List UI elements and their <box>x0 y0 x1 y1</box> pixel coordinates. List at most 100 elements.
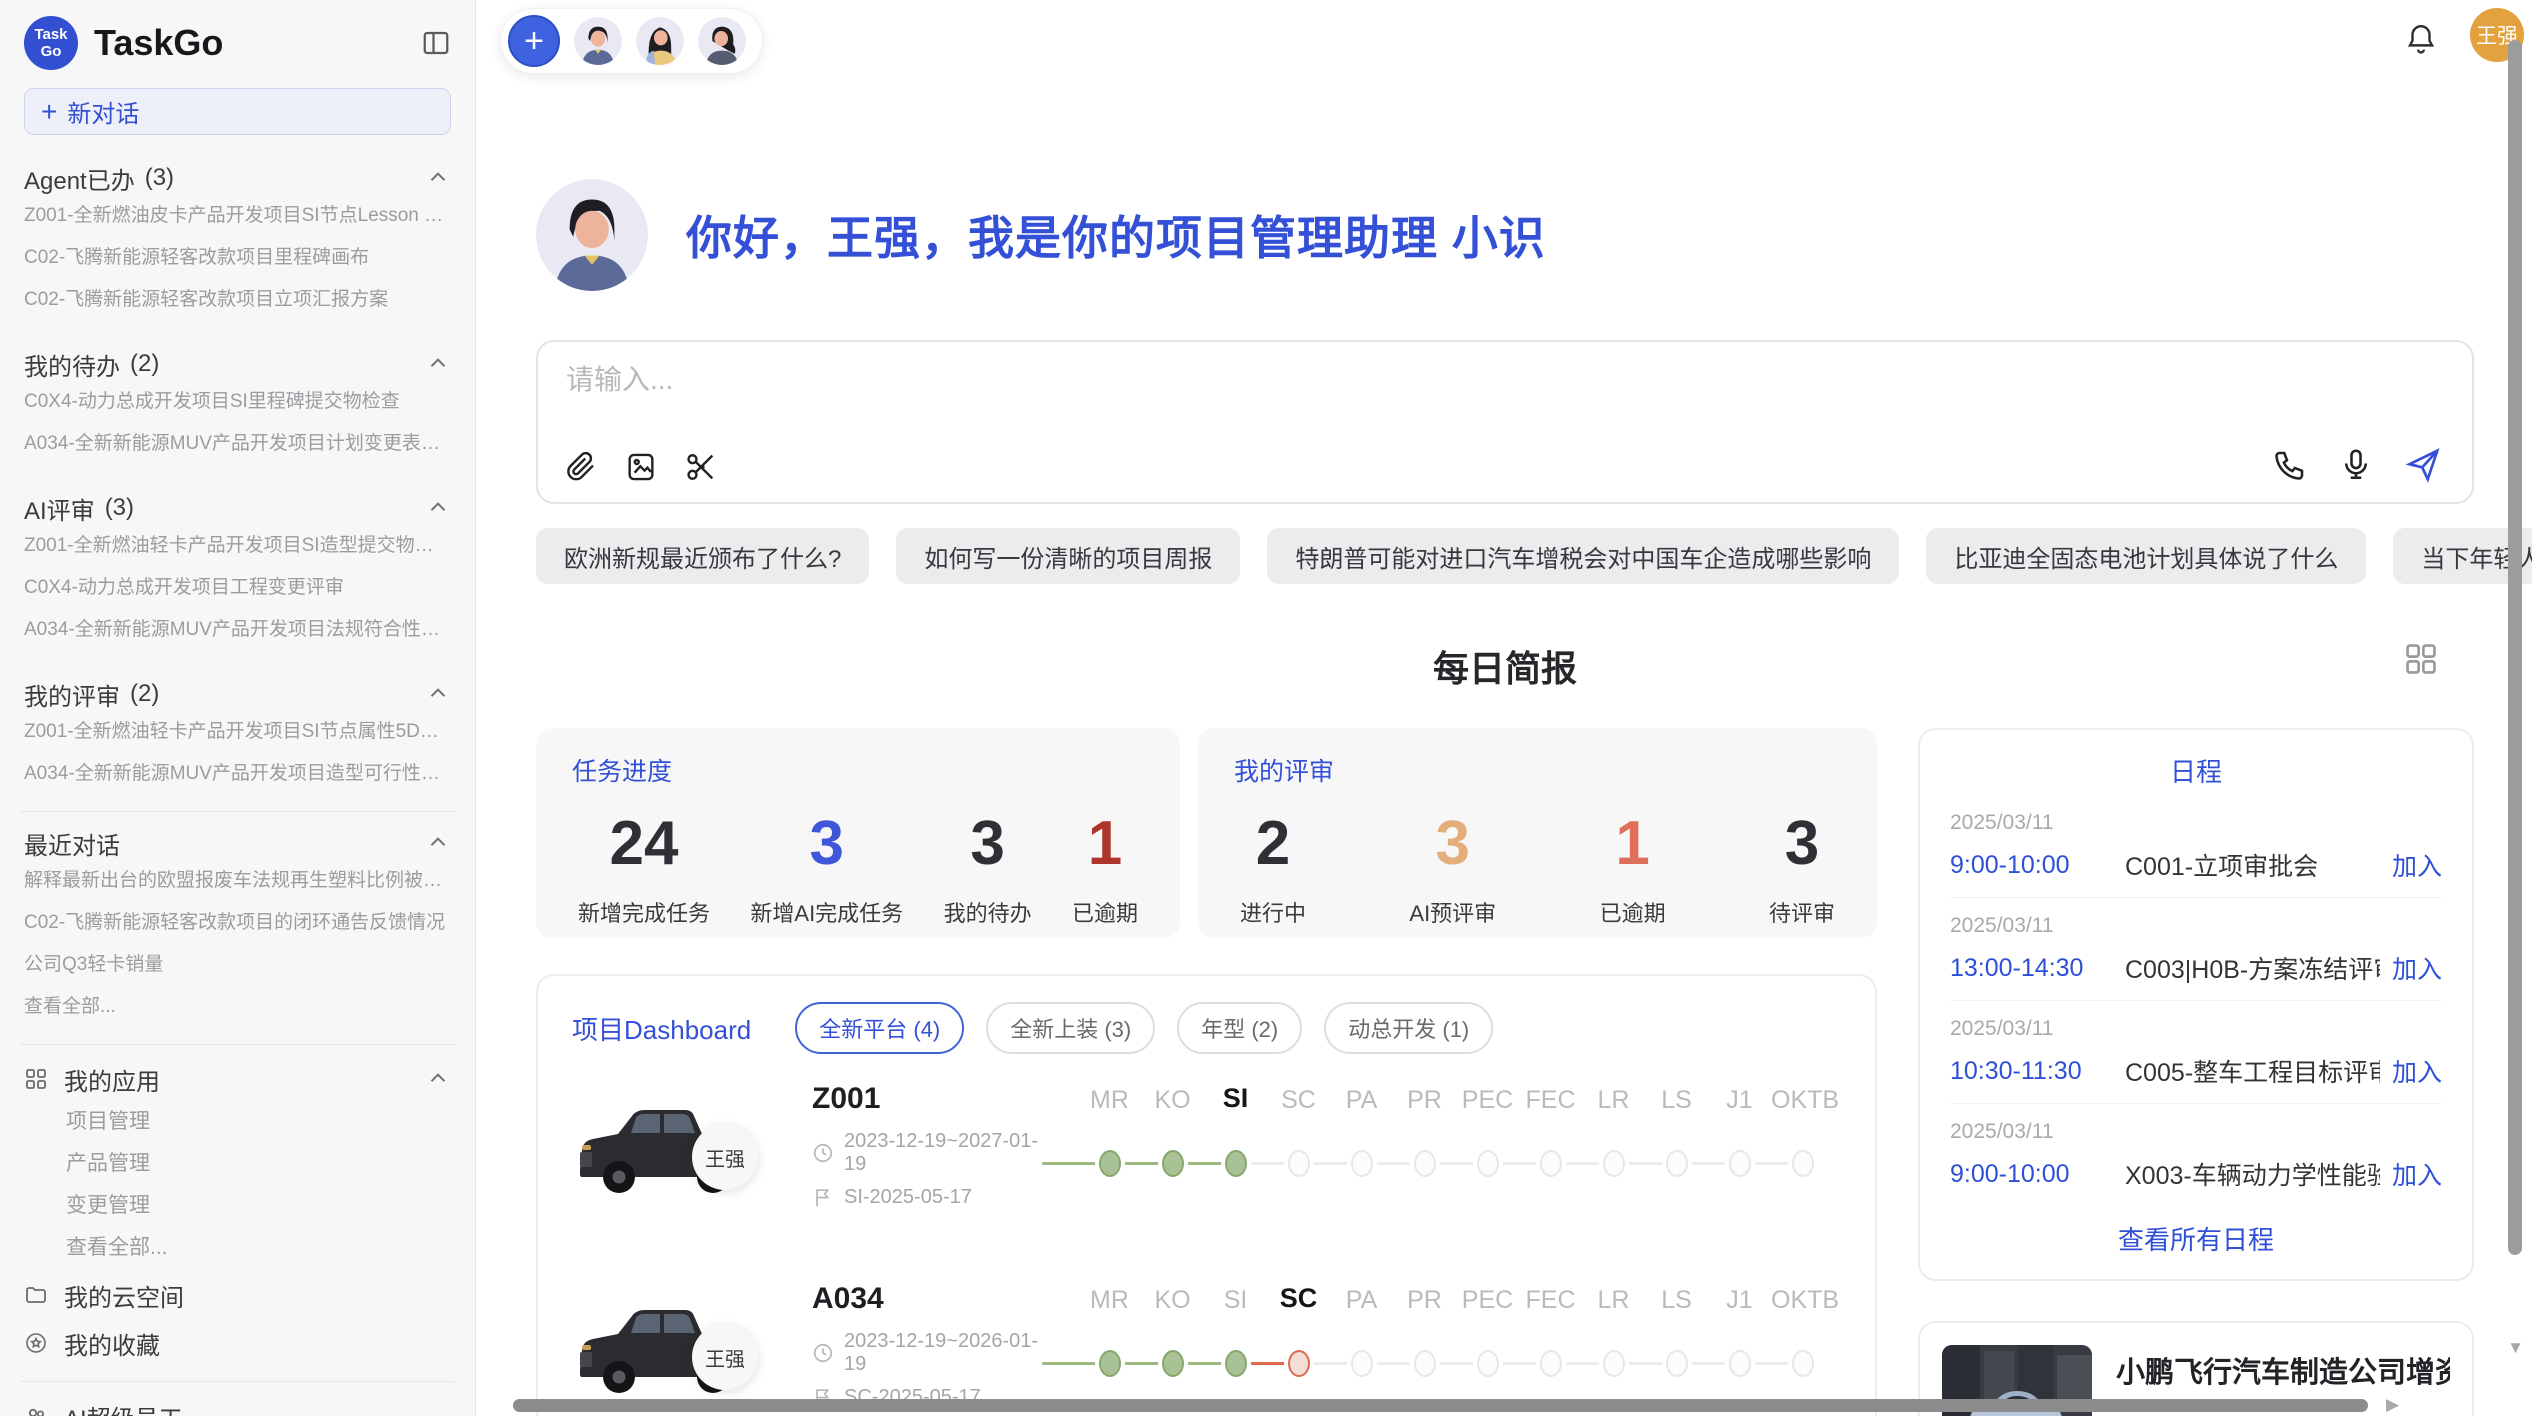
list-item[interactable]: 公司Q3轻卡销量 <box>24 944 451 986</box>
list-item[interactable]: C02-飞腾新能源轻客改款项目的闭环通告反馈情况 <box>24 902 451 944</box>
project-code: Z001 <box>812 1082 1042 1116</box>
send-icon[interactable] <box>2404 446 2442 484</box>
milestone-node <box>1477 1150 1499 1177</box>
filter-pill[interactable]: 全新平台 (4) <box>795 1002 964 1054</box>
add-agent-button[interactable]: + <box>508 15 560 67</box>
agent-switcher: + <box>500 8 763 74</box>
agent-avatar-3[interactable] <box>698 17 746 65</box>
view-all-chats-link[interactable]: 查看全部... <box>24 986 451 1028</box>
image-icon[interactable] <box>624 450 658 484</box>
new-chat-label: 新对话 <box>67 94 139 129</box>
filter-pill[interactable]: 全新上装 (3) <box>986 1002 1155 1054</box>
suggestion-chip[interactable]: 如何写一份清晰的项目周报 <box>896 528 1240 584</box>
schedule-item: 2025/03/11 9:00-10:00 X003-车辆动力学性能验... 加… <box>1950 1104 2442 1206</box>
agent-avatar-2[interactable] <box>636 17 684 65</box>
section-header-agent-done[interactable]: Agent已办 (3) <box>24 161 451 195</box>
logo-text-bottom: Go <box>41 43 62 60</box>
agent-avatar-1[interactable] <box>574 17 622 65</box>
project-dashboard-card: 项目Dashboard 全新平台 (4) 全新上装 (3) 年型 (2) 动总开… <box>536 974 1877 1416</box>
list-item[interactable]: Z001-全新燃油轻卡产品开发项目SI节点属性5D文件评审 <box>24 711 451 753</box>
section-header-my-todo[interactable]: 我的待办 (2) <box>24 347 451 381</box>
milestone-node <box>1603 1150 1625 1177</box>
schedule-date: 2025/03/11 <box>1950 1017 2442 1041</box>
stat-overdue: 1已逾期 <box>1072 810 1138 928</box>
project-dates: 2023-12-19~2026-01-19 <box>844 1330 1042 1376</box>
suggestion-chip[interactable]: 欧洲新规最近颁布了什么? <box>536 528 869 584</box>
list-item[interactable]: C0X4-动力总成开发项目SI里程碑提交物检查 <box>24 381 451 423</box>
stat-overdue: 1已逾期 <box>1600 810 1666 928</box>
schedule-item: 2025/03/11 13:00-14:30 C003|H0B-方案冻结评审 加… <box>1950 898 2442 1001</box>
input-toolbar <box>564 450 718 484</box>
list-item[interactable]: A034-全新新能源MUV产品开发项目计划变更表编写 <box>24 423 451 465</box>
vertical-scrollbar[interactable] <box>2508 40 2522 1255</box>
list-item[interactable]: Z001-全新燃油皮卡产品开发项目SI节点Lesson Learn报告 <box>24 195 451 237</box>
milestone-label: SC <box>1267 1086 1330 1115</box>
bell-icon[interactable] <box>2404 22 2438 56</box>
scroll-right-arrow[interactable]: ▶ <box>2386 1395 2399 1415</box>
chevron-up-icon[interactable] <box>425 165 451 191</box>
filter-pill[interactable]: 动总开发 (1) <box>1324 1002 1493 1054</box>
list-item[interactable]: 解释最新出台的欧盟报废车法规再生塑料比例被调至15%... <box>24 860 451 902</box>
list-item[interactable]: C02-飞腾新能源轻客改款项目立项汇报方案 <box>24 279 451 321</box>
sidebar-item-cloud-space[interactable]: 我的云空间 <box>24 1273 451 1317</box>
sidebar-item-favorites[interactable]: 我的收藏 <box>24 1321 451 1365</box>
chevron-up-icon[interactable] <box>425 681 451 707</box>
chevron-up-icon[interactable] <box>425 351 451 377</box>
list-item[interactable]: C02-飞腾新能源轻客改款项目里程碑画布 <box>24 237 451 279</box>
sidebar-item-change-mgmt[interactable]: 变更管理 <box>24 1185 451 1227</box>
list-item[interactable]: A034-全新新能源MUV产品开发项目法规符合性评审 <box>24 609 451 651</box>
project-row[interactable]: 王强 A034 2023-12-19~2026-01-19 SC-2025-05… <box>572 1276 1841 1416</box>
section-header-my-review[interactable]: 我的评审 (2) <box>24 677 451 711</box>
milestone-timeline: MRKOSISCPAPRPECFECLRLSJ1OKTB <box>1042 1276 1842 1416</box>
plus-icon: + <box>41 98 57 126</box>
project-owner-avatar: 王强 <box>692 1124 758 1190</box>
join-meeting-link[interactable]: 加入 <box>2392 950 2442 986</box>
paperclip-icon[interactable] <box>564 450 598 484</box>
filter-pill[interactable]: 年型 (2) <box>1177 1002 1302 1054</box>
section-header-recent-chats[interactable]: 最近对话 <box>24 826 451 860</box>
milestone-label: J1 <box>1708 1086 1771 1115</box>
join-meeting-link[interactable]: 加入 <box>2392 1053 2442 1089</box>
project-owner-avatar: 王强 <box>692 1324 758 1390</box>
milestone-timeline: MRKOSISCPAPRPECFECLRLSJ1OKTB <box>1042 1076 1842 1226</box>
microphone-icon[interactable] <box>2338 447 2374 483</box>
milestone-label: OKTB <box>1771 1286 1834 1315</box>
horizontal-scrollbar[interactable] <box>513 1399 2368 1412</box>
collapse-sidebar-icon[interactable] <box>421 28 451 58</box>
milestone-node <box>1351 1150 1373 1177</box>
project-code: A034 <box>812 1282 1042 1316</box>
view-all-schedule-link[interactable]: 查看所有日程 <box>1950 1206 2442 1263</box>
sidebar-item-ai-super-staff[interactable]: AI超级员工 <box>24 1394 451 1416</box>
milestone-label: LR <box>1582 1286 1645 1315</box>
view-all-apps-link[interactable]: 查看全部... <box>24 1227 451 1269</box>
chat-input[interactable] <box>566 364 1881 396</box>
sidebar-item-product-mgmt[interactable]: 产品管理 <box>24 1143 451 1185</box>
chevron-up-icon[interactable] <box>425 830 451 856</box>
scissors-icon[interactable] <box>684 450 718 484</box>
suggestion-chip[interactable]: 特朗普可能对进口汽车增税会对中国车企造成哪些影响 <box>1267 528 1899 584</box>
suggestion-chip[interactable]: 比亚迪全固态电池计划具体说了什么 <box>1926 528 2366 584</box>
project-row[interactable]: 王强 Z001 2023-12-19~2027-01-19 SI-2025-05… <box>572 1076 1841 1254</box>
chevron-up-icon[interactable] <box>425 495 451 521</box>
milestone-label: SI <box>1204 1083 1267 1114</box>
phone-icon[interactable] <box>2272 447 2308 483</box>
milestone-label: SC <box>1267 1283 1330 1314</box>
layout-grid-icon[interactable] <box>2402 640 2440 678</box>
list-item[interactable]: C0X4-动力总成开发项目工程变更评审 <box>24 567 451 609</box>
people-icon <box>24 1404 48 1416</box>
scroll-down-arrow[interactable]: ▼ <box>2507 1338 2524 1358</box>
new-chat-button[interactable]: + 新对话 <box>24 88 451 135</box>
milestone-label: SI <box>1204 1286 1267 1315</box>
section-header-ai-review[interactable]: AI评审 (3) <box>24 491 451 525</box>
milestone-node <box>1225 1350 1247 1377</box>
milestone-label: MR <box>1078 1286 1141 1315</box>
chevron-up-icon[interactable] <box>425 1066 451 1092</box>
sidebar-item-my-apps[interactable]: 我的应用 <box>24 1057 451 1101</box>
join-meeting-link[interactable]: 加入 <box>2392 1156 2442 1192</box>
app-logo-row: Task Go TaskGo <box>24 14 451 72</box>
list-item[interactable]: Z001-全新燃油轻卡产品开发项目SI造型提交物评审 <box>24 525 451 567</box>
join-meeting-link[interactable]: 加入 <box>2392 847 2442 883</box>
app-logo: Task Go <box>24 16 78 70</box>
sidebar-item-project-mgmt[interactable]: 项目管理 <box>24 1101 451 1143</box>
list-item[interactable]: A034-全新新能源MUV产品开发项目造型可行性评审 <box>24 753 451 795</box>
